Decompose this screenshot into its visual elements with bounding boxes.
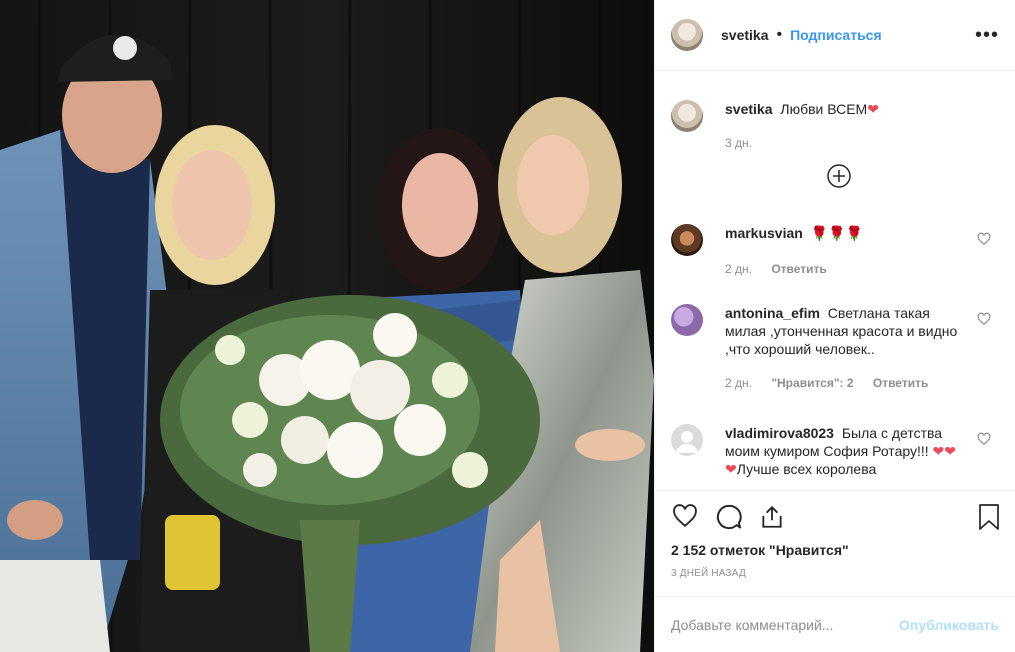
heart-icon[interactable] xyxy=(671,503,699,534)
post-photo[interactable] xyxy=(0,0,654,652)
more-icon[interactable]: ••• xyxy=(975,24,999,47)
avatar[interactable] xyxy=(671,19,703,51)
comment-text-2: Лучше всех королева xyxy=(736,461,877,477)
comment-username[interactable]: markusvian xyxy=(725,225,803,241)
comment-input[interactable]: Добавьте комментарий... xyxy=(671,617,833,633)
header-separator: • xyxy=(776,26,783,43)
heart-icon[interactable] xyxy=(977,232,991,251)
comment-time[interactable]: 2 дн. xyxy=(725,262,752,276)
avatar[interactable] xyxy=(671,304,703,336)
publish-button[interactable]: Опубликовать xyxy=(899,617,999,633)
share-icon[interactable] xyxy=(759,503,785,536)
avatar[interactable] xyxy=(671,224,703,256)
comment-time[interactable]: 2 дн. xyxy=(725,376,752,390)
default-avatar-icon xyxy=(676,431,698,453)
plus-circle-icon[interactable] xyxy=(827,164,851,193)
comment-icon[interactable] xyxy=(715,503,743,536)
photo-illustration xyxy=(0,0,654,652)
comment-likes[interactable]: "Нравится": 2 xyxy=(771,376,853,390)
heart-icon[interactable] xyxy=(977,312,991,331)
bookmark-icon[interactable] xyxy=(977,503,1001,536)
comment-text: 🌹🌹🌹 xyxy=(810,225,864,241)
caption-text: Любви ВСЕМ xyxy=(780,101,868,117)
comment-item: markusvian 🌹🌹🌹 2 дн. Ответить xyxy=(671,224,999,278)
reply-button[interactable]: Ответить xyxy=(771,262,826,276)
header-username[interactable]: svetika xyxy=(721,27,768,43)
follow-button[interactable]: Подписаться xyxy=(790,27,882,43)
comment-item: vladimirova8023 Была с детства моим куми… xyxy=(671,424,999,478)
comment-username[interactable]: antonina_efim xyxy=(725,305,820,321)
comment-item: antonina_efim Светлана такая милая ,утон… xyxy=(671,304,999,392)
post-header: svetika • Подписаться ••• xyxy=(655,0,1015,71)
comments-list[interactable]: svetika Любви ВСЕМ❤ 3 дн. markusvian 🌹🌹🌹… xyxy=(655,72,1015,490)
caption-time[interactable]: 3 дн. xyxy=(725,136,752,150)
add-comment-bar: Добавьте комментарий... Опубликовать xyxy=(655,596,1015,652)
post-caption: svetika Любви ВСЕМ❤ 3 дн. xyxy=(671,100,999,152)
action-bar xyxy=(655,490,1015,543)
reply-button[interactable]: Ответить xyxy=(873,376,928,390)
caption-username[interactable]: svetika xyxy=(725,101,772,117)
post-side-panel: svetika • Подписаться ••• svetika Любви … xyxy=(654,0,1015,652)
avatar[interactable] xyxy=(671,424,703,456)
avatar[interactable] xyxy=(671,100,703,132)
likes-count[interactable]: 2 152 отметок "Нравится" xyxy=(671,542,849,558)
post-date[interactable]: 3 ДНЕЙ НАЗАД xyxy=(671,568,746,579)
heart-emoji: ❤ xyxy=(867,101,879,117)
comment-username[interactable]: vladimirova8023 xyxy=(725,425,834,441)
heart-icon[interactable] xyxy=(977,432,991,451)
